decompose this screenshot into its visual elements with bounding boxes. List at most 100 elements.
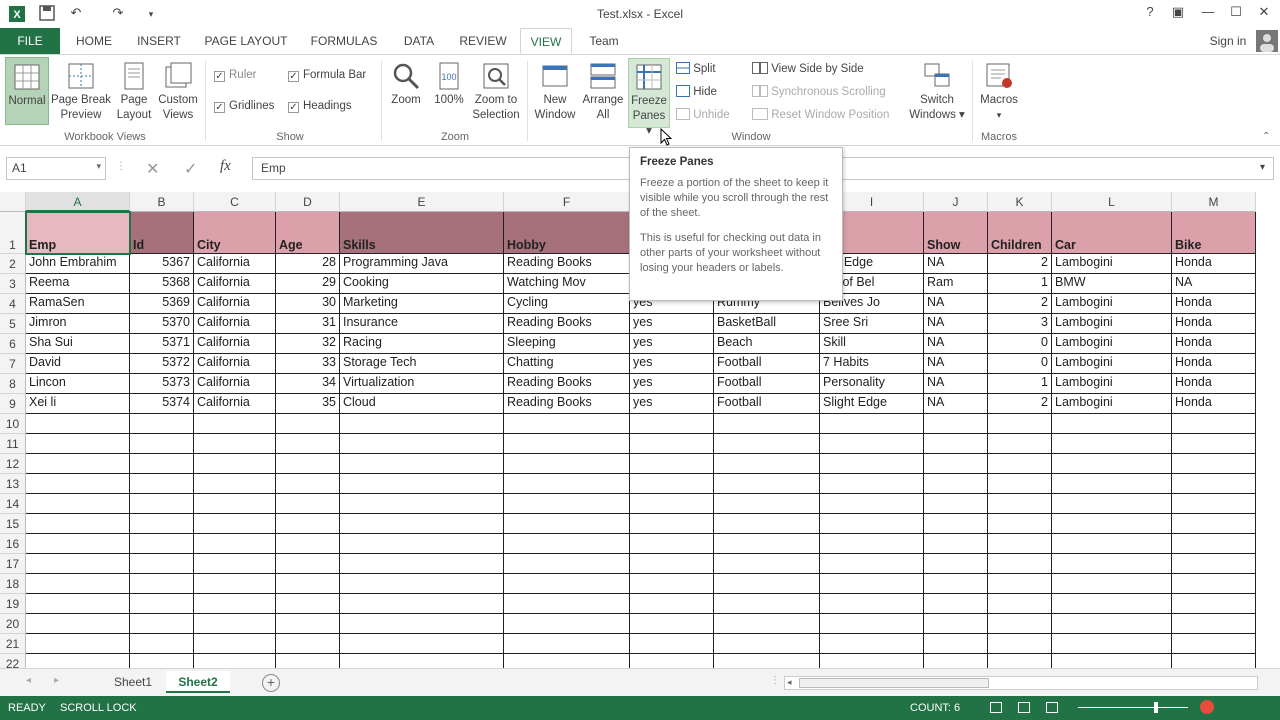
data-cell[interactable]	[340, 634, 504, 654]
page-layout-view-button[interactable]: Page Layout	[114, 61, 154, 123]
data-cell[interactable]	[924, 514, 988, 534]
data-cell[interactable]	[340, 514, 504, 534]
data-cell[interactable]	[130, 494, 194, 514]
view-normal-icon[interactable]	[990, 702, 1002, 713]
data-cell[interactable]	[340, 614, 504, 634]
data-cell[interactable]: 5370	[130, 314, 194, 334]
row-header-6[interactable]: 6	[0, 334, 26, 354]
expand-formula-bar-icon[interactable]: ▾	[1260, 162, 1265, 173]
data-cell[interactable]	[1172, 414, 1256, 434]
data-cell[interactable]	[130, 594, 194, 614]
data-cell[interactable]	[924, 574, 988, 594]
row-header-4[interactable]: 4	[0, 294, 26, 314]
data-cell[interactable]: Lambogini	[1052, 294, 1172, 314]
data-cell[interactable]: 5372	[130, 354, 194, 374]
data-cell[interactable]: 2	[988, 394, 1052, 414]
data-cell[interactable]	[924, 614, 988, 634]
data-cell[interactable]: RamaSen	[26, 294, 130, 314]
data-cell[interactable]	[988, 594, 1052, 614]
data-cell[interactable]	[130, 534, 194, 554]
normal-view-button[interactable]: Normal	[5, 57, 49, 125]
view-page-layout-icon[interactable]	[1018, 702, 1030, 713]
data-cell[interactable]: Sleeping	[504, 334, 630, 354]
data-cell[interactable]	[26, 434, 130, 454]
row-header-11[interactable]: 11	[0, 434, 26, 454]
data-cell[interactable]	[194, 514, 276, 534]
data-cell[interactable]: Beach	[714, 334, 820, 354]
row-header-21[interactable]: 21	[0, 634, 26, 654]
data-cell[interactable]	[924, 534, 988, 554]
close-icon[interactable]: ✕	[1252, 4, 1276, 24]
data-cell[interactable]: Cloud	[340, 394, 504, 414]
data-cell[interactable]: Chatting	[504, 354, 630, 374]
data-cell[interactable]	[988, 574, 1052, 594]
data-cell[interactable]	[26, 634, 130, 654]
data-cell[interactable]: yes	[630, 394, 714, 414]
data-cell[interactable]	[130, 654, 194, 668]
data-cell[interactable]	[630, 454, 714, 474]
data-cell[interactable]	[714, 654, 820, 668]
data-cell[interactable]	[924, 494, 988, 514]
data-cell[interactable]: Lambogini	[1052, 354, 1172, 374]
data-cell[interactable]: 2	[988, 294, 1052, 314]
data-cell[interactable]: Sha Sui	[26, 334, 130, 354]
zoom-slider-thumb[interactable]	[1154, 702, 1158, 713]
data-cell[interactable]: Reading Books	[504, 314, 630, 334]
data-cell[interactable]: 29	[276, 274, 340, 294]
data-cell[interactable]: 28	[276, 254, 340, 274]
data-cell[interactable]: 34	[276, 374, 340, 394]
select-all-corner[interactable]	[0, 192, 26, 212]
collapse-ribbon-icon[interactable]: ⌃	[1262, 131, 1270, 142]
data-cell[interactable]	[820, 574, 924, 594]
data-cell[interactable]	[714, 634, 820, 654]
data-cell[interactable]	[130, 614, 194, 634]
data-cell[interactable]: Lincon	[26, 374, 130, 394]
column-header-b[interactable]: B	[130, 192, 194, 212]
data-cell[interactable]	[276, 634, 340, 654]
data-cell[interactable]	[820, 494, 924, 514]
scrollbar-thumb[interactable]	[799, 678, 989, 688]
data-cell[interactable]: Honda	[1172, 354, 1256, 374]
data-cell[interactable]	[194, 414, 276, 434]
minimize-icon[interactable]: —	[1196, 4, 1220, 24]
data-cell[interactable]	[1172, 474, 1256, 494]
data-cell[interactable]	[820, 454, 924, 474]
header-cell[interactable]: Skills	[340, 212, 504, 254]
data-cell[interactable]	[26, 574, 130, 594]
data-cell[interactable]	[820, 654, 924, 668]
data-cell[interactable]: Football	[714, 374, 820, 394]
data-cell[interactable]	[630, 574, 714, 594]
row-header-19[interactable]: 19	[0, 594, 26, 614]
data-cell[interactable]: NA	[924, 254, 988, 274]
cancel-entry-icon[interactable]: ✕	[146, 159, 159, 179]
data-cell[interactable]: yes	[630, 354, 714, 374]
data-cell[interactable]: Skill	[820, 334, 924, 354]
data-cell[interactable]: John Embrahim	[26, 254, 130, 274]
row-header-17[interactable]: 17	[0, 554, 26, 574]
data-cell[interactable]	[26, 594, 130, 614]
data-cell[interactable]: Reading Books	[504, 394, 630, 414]
tab-page-layout[interactable]: PAGE LAYOUT	[196, 28, 296, 54]
data-cell[interactable]	[1052, 574, 1172, 594]
data-cell[interactable]: 5368	[130, 274, 194, 294]
data-cell[interactable]: Honda	[1172, 374, 1256, 394]
data-cell[interactable]	[276, 454, 340, 474]
data-cell[interactable]: California	[194, 254, 276, 274]
data-cell[interactable]	[924, 474, 988, 494]
header-cell[interactable]: Hobby	[504, 212, 630, 254]
data-cell[interactable]: California	[194, 274, 276, 294]
data-cell[interactable]	[276, 594, 340, 614]
row-header-15[interactable]: 15	[0, 514, 26, 534]
data-cell[interactable]: Ram	[924, 274, 988, 294]
data-cell[interactable]	[276, 574, 340, 594]
data-cell[interactable]: Reema	[26, 274, 130, 294]
data-cell[interactable]	[630, 534, 714, 554]
data-cell[interactable]	[714, 554, 820, 574]
data-cell[interactable]	[988, 474, 1052, 494]
data-cell[interactable]: Programming Java	[340, 254, 504, 274]
data-cell[interactable]	[988, 454, 1052, 474]
name-box[interactable]: A1 ▾	[6, 157, 106, 180]
data-cell[interactable]	[504, 634, 630, 654]
row-header-2[interactable]: 2	[0, 254, 26, 274]
data-cell[interactable]	[714, 514, 820, 534]
